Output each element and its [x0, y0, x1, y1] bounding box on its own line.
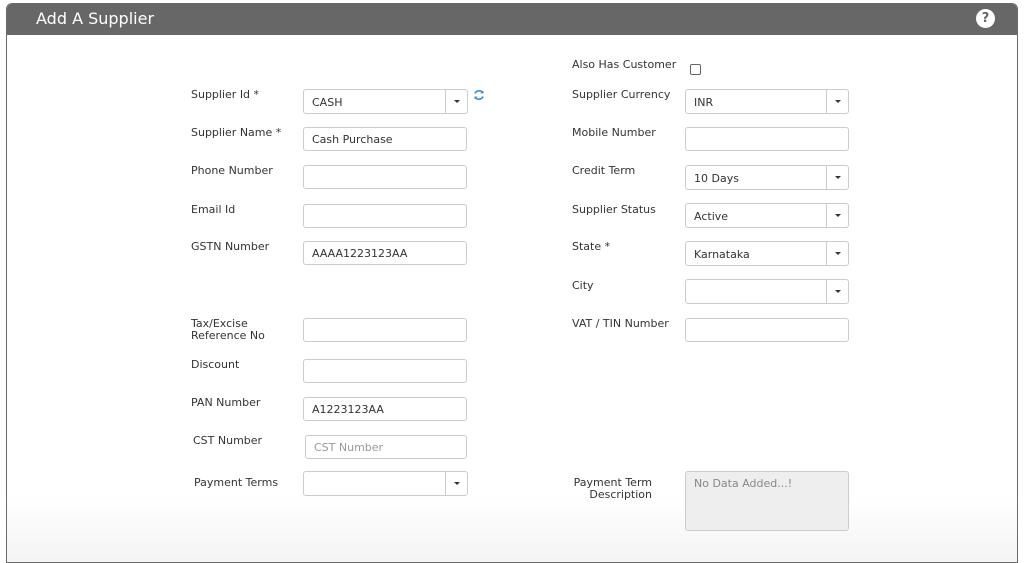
vat-tin-number-label: VAT / TIN Number: [572, 317, 669, 330]
supplier-status-dropdown-button[interactable]: [826, 204, 848, 227]
supplier-status-select[interactable]: Active: [685, 203, 849, 228]
city-dropdown-button[interactable]: [826, 280, 848, 303]
caret-down-icon: [834, 252, 841, 255]
gstn-number-input[interactable]: [303, 241, 467, 265]
state-select[interactable]: Karnataka: [685, 241, 849, 266]
caret-down-icon: [834, 176, 841, 179]
supplier-name-input[interactable]: [303, 127, 467, 151]
email-id-input[interactable]: [303, 204, 467, 228]
pan-number-label: PAN Number: [191, 396, 261, 409]
payment-term-description-label: Payment Term Description: [560, 477, 652, 501]
payment-term-description-textarea: No Data Added...!: [685, 471, 849, 531]
supplier-id-value: CASH: [312, 96, 343, 109]
state-dropdown-button[interactable]: [826, 242, 848, 265]
city-select[interactable]: [685, 279, 849, 304]
mobile-number-label: Mobile Number: [572, 126, 656, 139]
credit-term-value: 10 Days: [694, 172, 739, 185]
tax-excise-ref-label: Tax/Excise Reference No: [191, 318, 265, 342]
panel-header: Add A Supplier ?: [7, 4, 1017, 35]
vat-tin-number-input[interactable]: [685, 318, 849, 342]
tax-excise-ref-label-line2: Reference No: [191, 329, 265, 342]
credit-term-dropdown-button[interactable]: [826, 166, 848, 189]
tax-excise-ref-input[interactable]: [303, 318, 467, 342]
credit-term-select[interactable]: 10 Days: [685, 165, 849, 190]
discount-label: Discount: [191, 358, 240, 371]
supplier-currency-dropdown-button[interactable]: [826, 90, 848, 113]
payment-terms-dropdown-button[interactable]: [445, 472, 467, 495]
supplier-id-select[interactable]: CASH: [303, 89, 468, 114]
phone-number-input[interactable]: [303, 165, 467, 189]
cst-number-input[interactable]: [305, 435, 467, 459]
payment-terms-label: Payment Terms: [194, 476, 279, 489]
add-supplier-panel: Add A Supplier ?: [6, 3, 1018, 563]
pan-number-input[interactable]: [303, 397, 467, 421]
city-value: [686, 280, 826, 303]
caret-down-icon: [834, 214, 841, 217]
supplier-id-label: Supplier Id *: [191, 88, 260, 101]
payment-term-description-label-line2: Description: [589, 488, 652, 501]
phone-number-label: Phone Number: [191, 164, 273, 177]
cst-number-label: CST Number: [193, 434, 263, 447]
supplier-id-dropdown-button[interactable]: [445, 90, 467, 113]
supplier-currency-value: INR: [694, 96, 714, 109]
payment-terms-select[interactable]: [303, 471, 468, 496]
email-id-label: Email Id: [191, 203, 236, 216]
payment-terms-value: [304, 472, 445, 495]
mobile-number-input[interactable]: [685, 127, 849, 151]
caret-down-icon: [453, 482, 460, 485]
credit-term-label: Credit Term: [572, 164, 636, 177]
gstn-number-label: GSTN Number: [191, 240, 270, 253]
caret-down-icon: [453, 100, 460, 103]
also-has-customer-checkbox[interactable]: [690, 64, 701, 75]
refresh-icon[interactable]: [473, 89, 485, 101]
supplier-status-label: Supplier Status: [572, 203, 656, 216]
discount-input[interactable]: [303, 359, 467, 383]
supplier-currency-label: Supplier Currency: [572, 88, 671, 101]
caret-down-icon: [834, 100, 841, 103]
state-label: State *: [572, 240, 611, 253]
state-value: Karnataka: [694, 248, 750, 261]
city-label: City: [572, 279, 594, 292]
supplier-status-value: Active: [694, 210, 729, 223]
also-has-customer-label: Also Has Customer: [572, 58, 677, 71]
supplier-currency-select[interactable]: INR: [685, 89, 849, 114]
help-icon[interactable]: ?: [976, 9, 995, 28]
panel-title: Add A Supplier: [36, 9, 155, 28]
caret-down-icon: [834, 290, 841, 293]
supplier-name-label: Supplier Name *: [191, 126, 282, 139]
